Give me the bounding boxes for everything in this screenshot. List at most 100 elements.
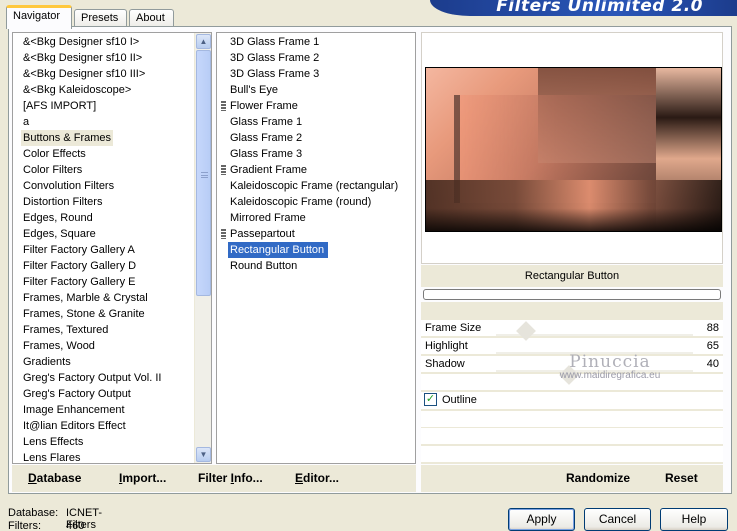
category-scrollbar[interactable]: ▲ ▼ xyxy=(194,33,211,463)
scroll-down-button[interactable]: ▼ xyxy=(196,447,211,462)
category-item[interactable]: Frames, Textured xyxy=(21,322,110,338)
button-label: Filter xyxy=(198,471,231,485)
category-item[interactable]: &<Bkg Designer sf10 III> xyxy=(21,66,147,82)
filter-item[interactable]: 3D Glass Frame 2 xyxy=(228,50,321,66)
submenu-marker-icon xyxy=(221,165,226,175)
filter-item[interactable]: Glass Frame 2 xyxy=(228,130,304,146)
category-item[interactable]: Lens Flares xyxy=(21,450,82,463)
tab-navigator-label: Navigator xyxy=(13,10,61,22)
help-button[interactable]: Help xyxy=(660,508,728,531)
button-label: ditor... xyxy=(303,471,340,485)
outline-label: Outline xyxy=(442,394,477,406)
category-item[interactable]: &<Bkg Kaleidoscope> xyxy=(21,82,133,98)
category-item[interactable]: Color Effects xyxy=(21,146,88,162)
button-label: mport... xyxy=(122,471,167,485)
outline-option[interactable]: ✓ Outline xyxy=(421,392,723,409)
category-item[interactable]: Buttons & Frames xyxy=(21,130,114,146)
filter-item[interactable]: Rectangular Button xyxy=(228,242,328,258)
param-empty-row xyxy=(421,411,723,427)
category-item[interactable]: a xyxy=(21,114,31,130)
filter-item[interactable]: Kaleidoscopic Frame (round) xyxy=(228,194,373,210)
status-database: Database: ICNET-Filters xyxy=(8,507,102,531)
category-item[interactable]: Lens Effects xyxy=(21,434,85,450)
category-item[interactable]: Filter Factory Gallery D xyxy=(21,258,138,274)
button-label: atabase xyxy=(36,471,82,485)
submenu-marker-icon xyxy=(221,229,226,239)
status-value: 460 xyxy=(66,520,85,531)
category-item[interactable]: Filter Factory Gallery A xyxy=(21,242,137,258)
param-value: 40 xyxy=(706,358,719,370)
filter-item[interactable]: 3D Glass Frame 1 xyxy=(228,34,321,50)
app-logo-text: Filters Unlimited 2.0 xyxy=(496,0,703,16)
apply-button[interactable]: Apply xyxy=(508,508,575,531)
category-item[interactable]: It@lian Editors Effect xyxy=(21,418,128,434)
accel-key: E xyxy=(295,471,304,485)
param-value: 88 xyxy=(706,322,719,334)
reset-button[interactable]: Reset xyxy=(665,471,698,485)
filter-item[interactable]: Glass Frame 3 xyxy=(228,146,304,162)
category-item[interactable]: Greg's Factory Output xyxy=(21,386,133,402)
filter-item[interactable]: 3D Glass Frame 3 xyxy=(228,66,321,82)
category-item[interactable]: [AFS IMPORT] xyxy=(21,98,98,114)
scroll-thumb[interactable] xyxy=(196,50,211,296)
category-item[interactable]: Frames, Marble & Crystal xyxy=(21,290,150,306)
category-item[interactable]: Edges, Round xyxy=(21,210,95,226)
category-item[interactable]: &<Bkg Designer sf10 II> xyxy=(21,50,144,66)
param-empty-row xyxy=(421,446,723,462)
preview-layer xyxy=(426,68,721,231)
filter-item[interactable]: Mirrored Frame xyxy=(228,210,308,226)
filter-list[interactable]: 3D Glass Frame 1 3D Glass Frame 2 3D Glass… xyxy=(216,32,416,464)
category-item[interactable]: Greg's Factory Output Vol. II xyxy=(21,370,163,386)
filter-item[interactable]: Kaleidoscopic Frame (rectangular) xyxy=(228,178,400,194)
param-slider-track[interactable] xyxy=(496,370,693,372)
database-button[interactable]: Database xyxy=(28,471,81,485)
category-item[interactable]: Color Filters xyxy=(21,162,84,178)
scroll-grip-icon xyxy=(201,172,208,178)
filter-item[interactable]: Gradient Frame xyxy=(228,162,309,178)
param-slider-track[interactable] xyxy=(496,352,693,354)
filter-item[interactable]: Passepartout xyxy=(228,226,297,242)
import-button[interactable]: Import... xyxy=(119,471,166,485)
editor-button[interactable]: Editor... xyxy=(295,471,339,485)
status-filters: Filters: 460 xyxy=(8,520,84,531)
tab-navigator[interactable]: Navigator xyxy=(6,5,72,29)
category-item[interactable]: Image Enhancement xyxy=(21,402,127,418)
category-item[interactable]: Frames, Stone & Granite xyxy=(21,306,147,322)
preview-image xyxy=(425,67,722,232)
navigator-toolbar: Database Import... Filter Info... Editor… xyxy=(12,465,416,492)
param-label: Shadow xyxy=(425,358,465,370)
outline-checkbox[interactable]: ✓ xyxy=(424,393,437,406)
progress-bar xyxy=(423,289,721,300)
filter-item[interactable]: Flower Frame xyxy=(228,98,300,114)
category-item[interactable]: Filter Factory Gallery E xyxy=(21,274,137,290)
category-item[interactable]: Convolution Filters xyxy=(21,178,116,194)
param-frame-size[interactable]: Frame Size 88 xyxy=(421,320,723,337)
category-item[interactable]: Distortion Filters xyxy=(21,194,104,210)
status-label: Database: xyxy=(8,507,59,519)
filter-toolbar: Randomize Reset xyxy=(421,465,723,492)
preview-area xyxy=(421,32,723,264)
tab-about-label: About xyxy=(136,12,165,24)
category-list[interactable]: &<Bkg Designer sf10 I> &<Bkg Designer sf1… xyxy=(12,32,212,464)
accel-key: D xyxy=(28,471,37,485)
category-item[interactable]: Frames, Wood xyxy=(21,338,97,354)
status-label: Filters: xyxy=(8,520,41,531)
button-label: nfo... xyxy=(234,471,263,485)
filter-info-button[interactable]: Filter Info... xyxy=(198,471,263,485)
filter-item[interactable]: Bull's Eye xyxy=(228,82,280,98)
current-filter-name: Rectangular Button xyxy=(421,265,723,287)
submenu-marker-icon xyxy=(221,101,226,111)
scroll-up-button[interactable]: ▲ xyxy=(196,34,211,49)
category-item[interactable]: Edges, Square xyxy=(21,226,98,242)
category-item[interactable]: &<Bkg Designer sf10 I> xyxy=(21,34,141,50)
param-highlight[interactable]: Highlight 65 xyxy=(421,338,723,355)
app-logo-banner: Filters Unlimited 2.0 xyxy=(430,0,737,16)
tab-presets-label: Presets xyxy=(81,12,119,24)
cancel-button[interactable]: Cancel xyxy=(584,508,651,531)
param-label: Highlight xyxy=(425,340,468,352)
filter-item[interactable]: Round Button xyxy=(228,258,299,274)
category-item[interactable]: Gradients xyxy=(21,354,73,370)
randomize-button[interactable]: Randomize xyxy=(566,471,630,485)
param-empty-row xyxy=(421,428,723,444)
filter-item[interactable]: Glass Frame 1 xyxy=(228,114,304,130)
